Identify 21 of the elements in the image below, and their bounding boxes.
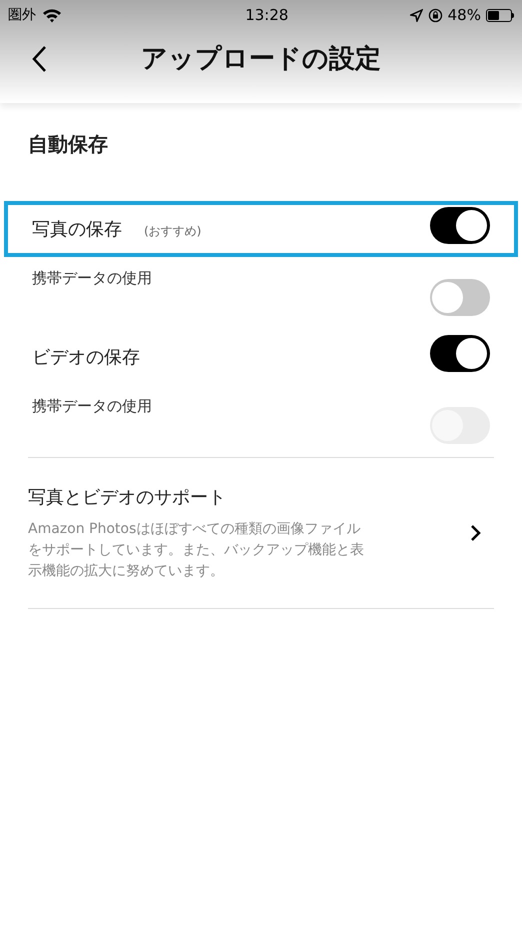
chevron-right-icon [470,524,482,542]
rotation-lock-icon [428,8,443,22]
setting-label: 携帯データの使用 [32,268,152,289]
recommended-note: (おすすめ) [144,222,202,240]
page-title: アップロードの設定 [141,42,381,76]
setting-label: 携帯データの使用 [32,396,152,417]
battery-percent: 48% [448,4,481,26]
carrier-label: 圏外 [8,6,36,24]
setting-label: 写真の保存 [32,218,122,242]
location-arrow-icon [410,8,423,22]
support-description: Amazon Photosはほぼすべての種類の画像ファイルをサポートしています。また、バックアップ機能と表示機能の拡大に努めています。 [28,520,365,581]
toggle-switch[interactable] [430,335,490,372]
toggle-switch[interactable] [430,279,490,316]
battery-icon [486,8,514,22]
support-title: 写真とビデオのサポート [28,486,227,510]
setting-label: ビデオの保存 [32,346,140,370]
wifi-icon [42,8,62,22]
section-title: 自動保存 [28,131,109,158]
back-chevron-icon [31,45,47,73]
status-time: 13:28 [245,4,288,26]
toggle-switch[interactable] [430,207,490,244]
